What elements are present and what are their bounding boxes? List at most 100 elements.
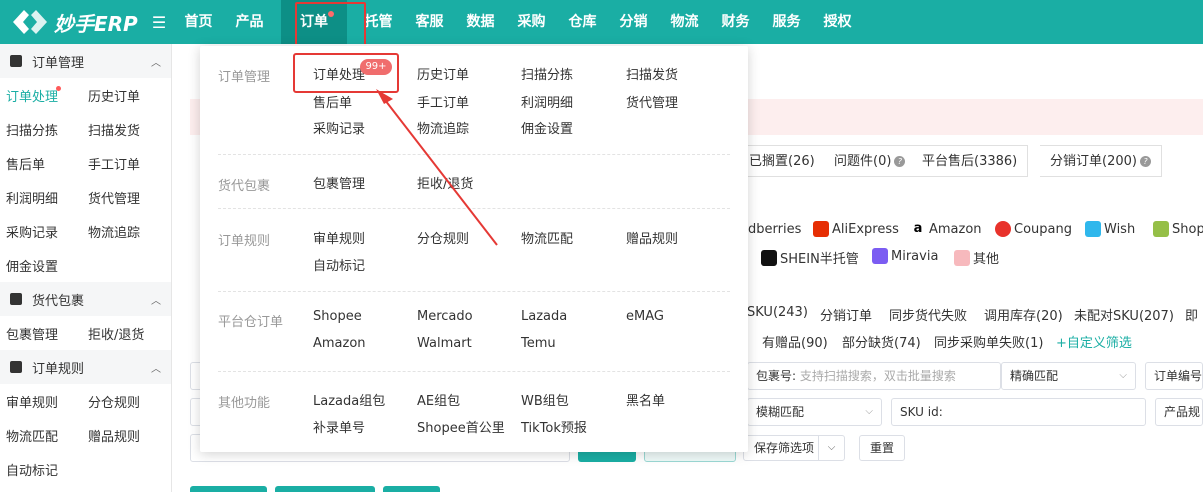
mega-link-profit[interactable]: 利润明细 [521,92,573,111]
nav-orders[interactable]: 订单 [281,0,347,44]
sku-id-input[interactable]: SKU id: [891,398,1146,426]
filter-sync-forwarder-fail[interactable]: 同步货代失败 [889,305,967,324]
filter-stock-call[interactable]: 调用库存(20) [984,305,1063,324]
mega-link-review-rules[interactable]: 审单规则 [313,228,365,247]
mega-link-ae-bundle[interactable]: AE组包 [417,390,460,409]
platform-dberries[interactable]: dberries [748,222,801,237]
filter-sku[interactable]: SKU(243) [747,305,808,320]
sidebar-item-order-processing[interactable]: 订单处理 [0,85,82,105]
mega-link-mercado[interactable]: Mercado [417,309,473,324]
product-spec-select[interactable]: 产品规 [1155,398,1203,426]
sidebar-item-review-rules[interactable]: 审单规则 [0,392,82,411]
mega-link-warehouse-rules[interactable]: 分仓规则 [417,228,469,247]
sidebar-item-after-sales[interactable]: 售后单 [0,154,82,173]
nav-finance[interactable]: 财务 [710,0,761,44]
mega-link-wb-bundle[interactable]: WB组包 [521,390,569,409]
mega-link-amazon[interactable]: Amazon [313,336,366,351]
mega-link-shopee-first-mile[interactable]: Shopee首公里 [417,417,505,436]
filter-partial-stockout[interactable]: 部分缺货(74) [842,332,921,351]
match-mode-select[interactable]: 精确匹配 ⌵ [1001,362,1136,390]
mega-link-lazada-bundle[interactable]: Lazada组包 [313,390,385,409]
sidebar-group-packages[interactable]: 货代包裹 ︿ [0,282,171,316]
sidebar-item-auto-mark[interactable]: 自动标记 [0,460,82,479]
filter-immediate[interactable]: 即 [1185,305,1198,324]
nav-home[interactable]: 首页 [173,0,224,44]
brand-logo[interactable]: 妙手ERP [0,7,145,37]
nav-warehouse[interactable]: 仓库 [557,0,608,44]
sidebar-item-warehouse-rules[interactable]: 分仓规则 [82,392,164,411]
nav-data[interactable]: 数据 [455,0,506,44]
mega-link-blacklist[interactable]: 黑名单 [626,390,665,409]
sidebar-item-scan-ship[interactable]: 扫描发货 [82,120,164,139]
sidebar-item-manual-order[interactable]: 手工订单 [82,154,164,173]
action-button-3[interactable] [383,486,440,492]
filter-sync-purchase-fail[interactable]: 同步采购单失败(1) [934,332,1043,351]
nav-products[interactable]: 产品 [224,0,275,44]
nav-distribution[interactable]: 分销 [608,0,659,44]
nav-hosting[interactable]: 托管 [353,0,404,44]
action-button-2[interactable] [275,486,375,492]
mega-link-after-sales[interactable]: 售后单 [313,92,352,111]
mega-link-forwarder[interactable]: 货代管理 [626,92,678,111]
nav-purchase[interactable]: 采购 [506,0,557,44]
sidebar-item-logistics-match[interactable]: 物流匹配 [0,426,82,445]
save-filter-button[interactable]: 保存筛选项 ⌵ [743,435,846,461]
filter-unpaired-sku[interactable]: 未配对SKU(207) [1074,305,1174,324]
sidebar-group-order-management[interactable]: 订单管理 ︿ [0,44,171,78]
nav-authorize[interactable]: 授权 [812,0,863,44]
add-custom-filter-link[interactable]: +自定义筛选 [1056,332,1132,351]
platform-amazon[interactable]: a Amazon [910,221,982,237]
mega-link-walmart[interactable]: Walmart [417,336,472,351]
mega-link-scan-ship[interactable]: 扫描发货 [626,64,678,83]
sidebar-item-purchase-records[interactable]: 采购记录 [0,222,82,241]
mega-link-tiktok-forecast[interactable]: TikTok预报 [521,417,587,436]
mega-link-auto-mark[interactable]: 自动标记 [313,255,365,274]
platform-wish[interactable]: Wish [1085,221,1135,237]
tab-platform-after-sales[interactable]: 平台售后(3386) [912,145,1029,177]
mega-link-shopee[interactable]: Shopee [313,309,362,324]
mega-link-manual-order[interactable]: 手工订单 [417,92,469,111]
menu-toggle-icon[interactable]: ☰ [145,13,173,32]
package-number-input[interactable]: 包裹号: 支持扫描搜索，双击批量搜索 [747,362,1001,390]
sidebar-item-history-orders[interactable]: 历史订单 [82,86,164,105]
nav-services[interactable]: 服务 [761,0,812,44]
filter-gifts[interactable]: 有赠品(90) [762,332,828,351]
mega-link-purchase-records[interactable]: 采购记录 [313,118,365,137]
mega-link-commission[interactable]: 佣金设置 [521,118,573,137]
sidebar-item-rejected-returns[interactable]: 拒收/退货 [82,324,164,343]
platform-aliexpress[interactable]: AliExpress [813,221,899,237]
mega-link-package-management[interactable]: 包裹管理 [313,173,365,192]
sidebar-item-scan-sort[interactable]: 扫描分拣 [0,120,82,139]
mega-link-temu[interactable]: Temu [521,336,556,351]
tab-distribution-orders[interactable]: 分销订单(200)? [1040,145,1162,177]
sidebar-item-profit[interactable]: 利润明细 [0,188,82,207]
sidebar-item-package-management[interactable]: 包裹管理 [0,324,82,343]
tab-on-hold[interactable]: 已搁置(26) [738,145,826,177]
mega-link-scan-sort[interactable]: 扫描分拣 [521,64,573,83]
sidebar-item-tracking[interactable]: 物流追踪 [82,222,164,241]
sidebar-item-commission[interactable]: 佣金设置 [0,256,82,275]
fuzzy-match-select[interactable]: 模糊匹配 ⌵ [747,398,882,426]
platform-shein[interactable]: SHEIN半托管 [761,248,859,267]
platform-shopify[interactable]: Shopi [1153,221,1203,237]
tab-problem[interactable]: 问题件(0)? [824,145,917,177]
reset-button[interactable]: 重置 [859,435,906,461]
platform-miravia[interactable]: Miravia [872,248,938,264]
sidebar-item-forwarder[interactable]: 货代管理 [82,188,164,207]
mega-link-history-orders[interactable]: 历史订单 [417,64,469,83]
nav-logistics[interactable]: 物流 [659,0,710,44]
platform-coupang[interactable]: Coupang [995,221,1072,237]
mega-link-rejected-returns[interactable]: 拒收/退货 [417,173,473,192]
filter-distribution[interactable]: 分销订单 [820,305,872,324]
mega-link-emag[interactable]: eMAG [626,309,664,324]
sidebar-item-gift-rules[interactable]: 赠品规则 [82,426,164,445]
platform-other[interactable]: 其他 [954,248,999,267]
mega-link-supplement-tracking[interactable]: 补录单号 [313,417,365,436]
order-number-select[interactable]: 订单编号 [1145,362,1203,390]
nav-service[interactable]: 客服 [404,0,455,44]
mega-link-lazada[interactable]: Lazada [521,309,567,324]
mega-link-tracking[interactable]: 物流追踪 [417,118,469,137]
mega-link-logistics-match[interactable]: 物流匹配 [521,228,573,247]
mega-link-gift-rules[interactable]: 赠品规则 [626,228,678,247]
action-button-1[interactable] [190,486,267,492]
